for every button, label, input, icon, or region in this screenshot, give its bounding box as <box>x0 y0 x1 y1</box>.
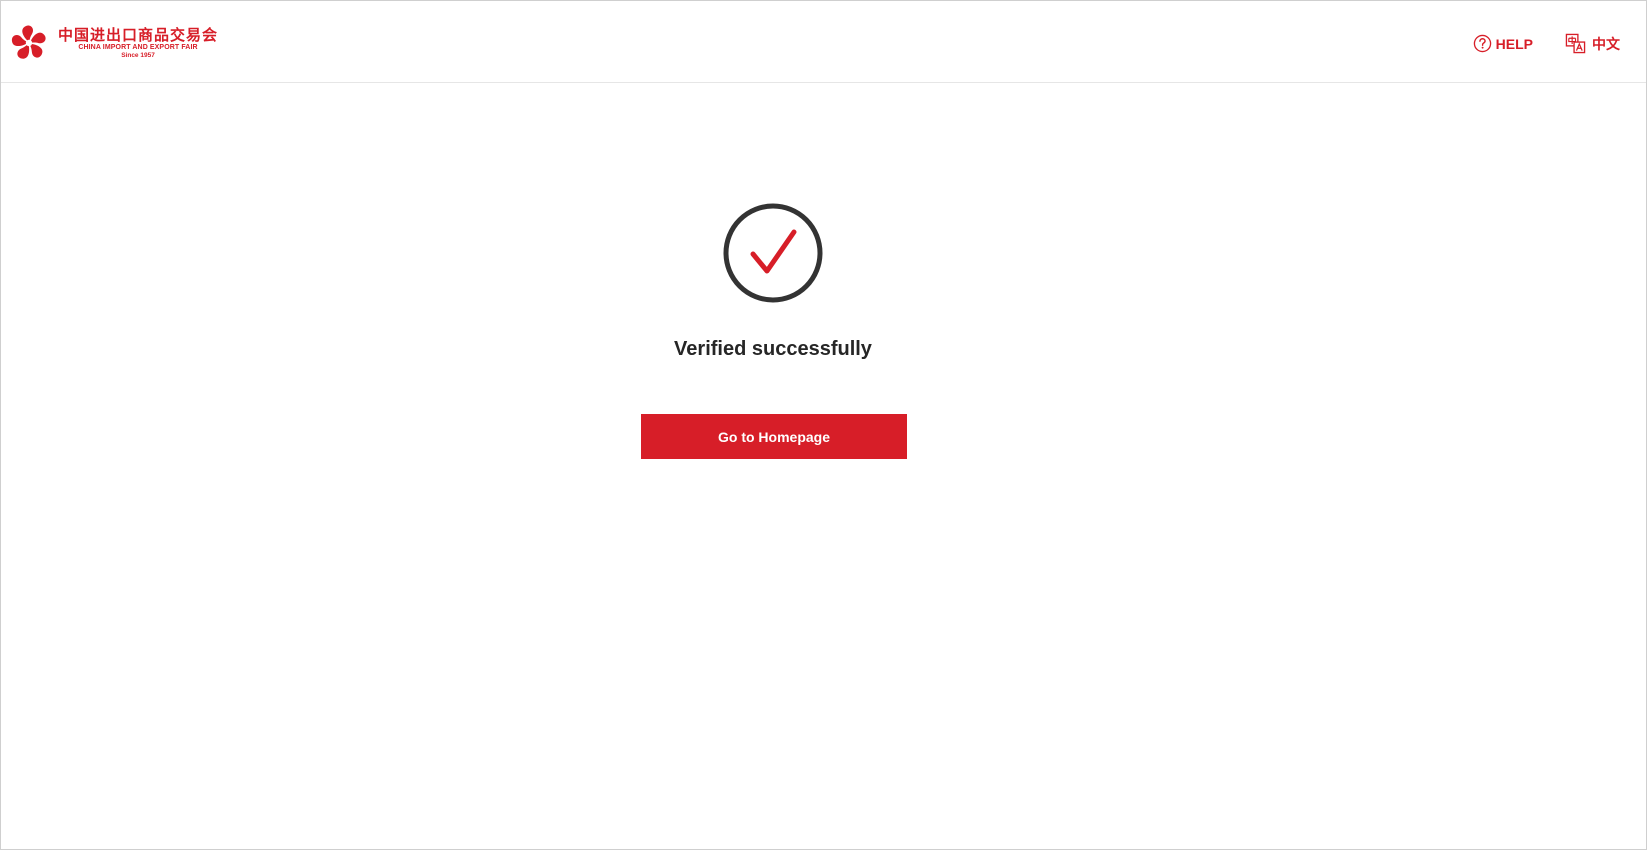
site-logo[interactable]: 中国进出口商品交易会 CHINA IMPORT AND EXPORT FAIR … <box>9 23 218 63</box>
help-link[interactable]: HELP <box>1473 34 1533 53</box>
logo-since: Since 1957 <box>121 51 155 59</box>
translate-icon <box>1565 33 1586 54</box>
help-label: HELP <box>1495 35 1533 52</box>
language-switch[interactable]: 中文 <box>1565 33 1620 54</box>
check-circle-icon <box>723 203 823 303</box>
logo-text: 中国进出口商品交易会 CHINA IMPORT AND EXPORT FAIR … <box>58 25 219 60</box>
go-to-homepage-button[interactable]: Go to Homepage <box>641 414 907 459</box>
canton-fair-flower-logo-icon <box>11 25 46 59</box>
success-message: Verified successfully <box>674 338 872 360</box>
top-header: 中国进出口商品交易会 CHINA IMPORT AND EXPORT FAIR … <box>1 1 1646 83</box>
language-label: 中文 <box>1592 35 1620 52</box>
verification-result: Verified successfully Go to Homepage <box>1 83 1646 849</box>
logo-name-en: CHINA IMPORT AND EXPORT FAIR <box>78 43 198 51</box>
page: 中国进出口商品交易会 CHINA IMPORT AND EXPORT FAIR … <box>0 0 1647 850</box>
header-actions: HELP 中文 <box>1473 33 1620 54</box>
question-circle-icon <box>1473 34 1491 53</box>
logo-name-cn: 中国进出口商品交易会 <box>58 25 219 44</box>
